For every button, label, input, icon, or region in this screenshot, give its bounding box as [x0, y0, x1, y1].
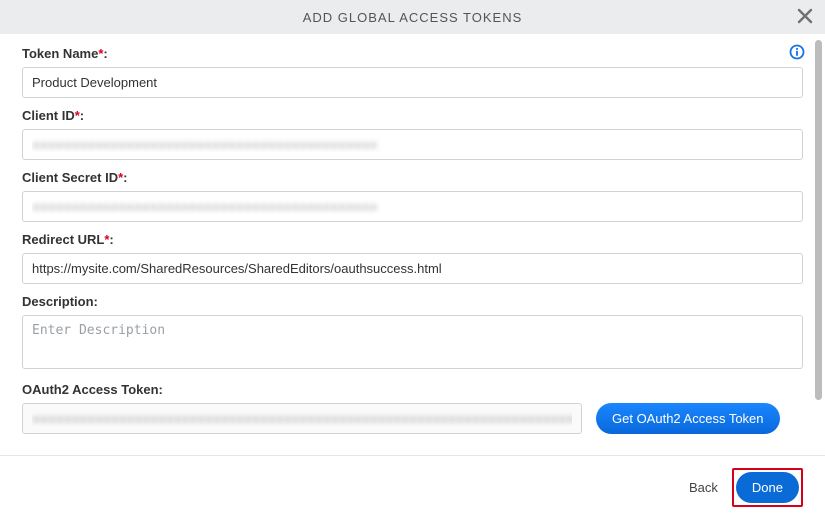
modal-title: ADD GLOBAL ACCESS TOKENS	[303, 10, 523, 25]
field-client-secret: Client Secret ID*:	[22, 170, 803, 222]
label-client-id: Client ID*:	[22, 108, 803, 123]
label-client-secret: Client Secret ID*:	[22, 170, 803, 185]
field-description: Description:	[22, 294, 803, 372]
modal-header: ADD GLOBAL ACCESS TOKENS	[0, 0, 825, 34]
field-oauth-token: OAuth2 Access Token: Get OAuth2 Access T…	[22, 382, 803, 434]
field-client-id: Client ID*:	[22, 108, 803, 160]
label-description: Description:	[22, 294, 803, 309]
close-icon[interactable]	[795, 6, 815, 29]
input-client-secret[interactable]	[22, 191, 803, 222]
label-token-name: Token Name*:	[22, 46, 803, 61]
info-icon[interactable]	[789, 44, 805, 63]
label-redirect-url: Redirect URL*:	[22, 232, 803, 247]
done-button[interactable]: Done	[736, 472, 799, 503]
modal-body: Token Name*: Client ID*: Client Secret I…	[0, 34, 825, 455]
modal-add-global-access-tokens: ADD GLOBAL ACCESS TOKENS Token Name*: Cl…	[0, 0, 825, 519]
scrollbar-thumb[interactable]	[815, 40, 822, 400]
input-description[interactable]	[22, 315, 803, 369]
field-redirect-url: Redirect URL*:	[22, 232, 803, 284]
input-redirect-url[interactable]	[22, 253, 803, 284]
done-highlight: Done	[732, 468, 803, 507]
label-oauth-token: OAuth2 Access Token:	[22, 382, 803, 397]
field-token-name: Token Name*:	[22, 46, 803, 98]
oauth-row: Get OAuth2 Access Token	[22, 403, 803, 434]
get-oauth-token-button[interactable]: Get OAuth2 Access Token	[596, 403, 780, 434]
modal-footer: Back Done	[0, 455, 825, 519]
back-button[interactable]: Back	[689, 480, 718, 495]
input-token-name[interactable]	[22, 67, 803, 98]
input-oauth-token[interactable]	[22, 403, 582, 434]
input-client-id[interactable]	[22, 129, 803, 160]
